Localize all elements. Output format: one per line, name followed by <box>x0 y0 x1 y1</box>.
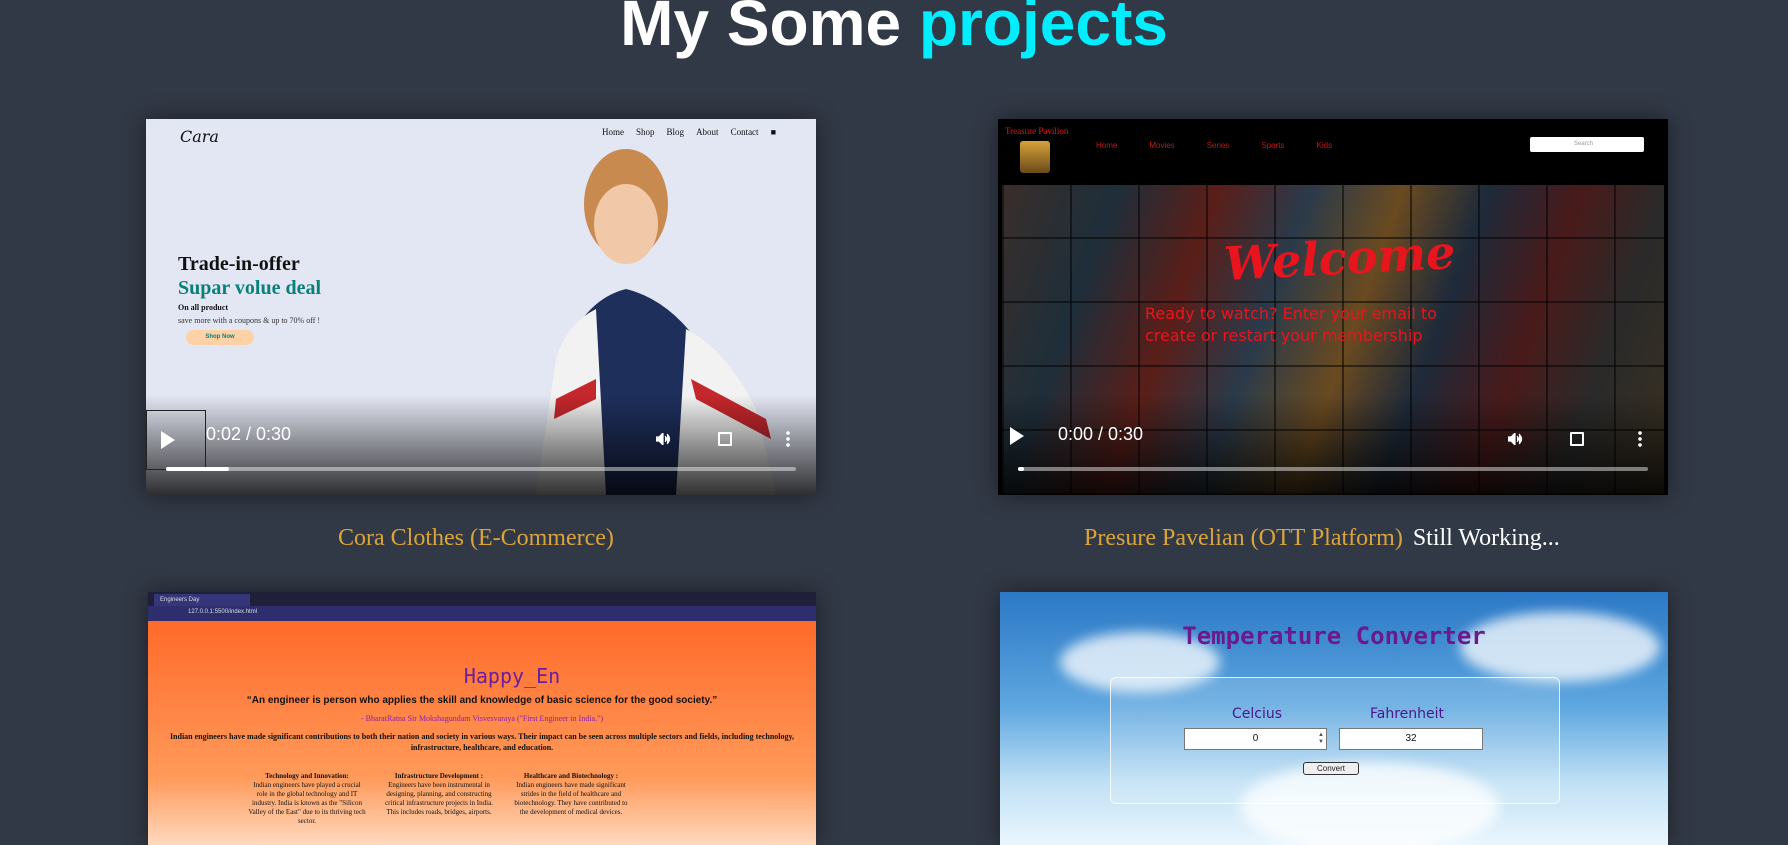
status-note: Still Working... <box>1412 525 1560 551</box>
video-controls <box>146 395 816 495</box>
project-video-cora[interactable]: Cara Home Shop Blog About Contact ■ Trad… <box>146 119 816 495</box>
celcius-value: 0 <box>1252 733 1259 744</box>
project-caption: Presure Pavelian (OTT Platform) Still Wor… <box>1084 525 1560 552</box>
title-accent: projects <box>918 0 1168 59</box>
topic-text: Indian engineers have played a crucial r… <box>248 781 366 825</box>
menu-item: Sports <box>1261 141 1285 150</box>
search-input: Search <box>1530 137 1644 152</box>
topic-title: Infrastructure Development : <box>394 772 484 780</box>
video-time: 0:00 / 0:30 <box>1058 424 1144 444</box>
quote-text: “An engineer is person who applies the s… <box>246 695 718 706</box>
menu-item: Kids <box>1316 141 1333 150</box>
video-progress[interactable] <box>166 467 796 471</box>
site-brand: Treasure Pavilion <box>1005 126 1069 136</box>
converter-panel <box>1110 677 1560 804</box>
intro-paragraph: Indian engineers have made significant c… <box>169 732 795 752</box>
page-heading: Happy_En <box>463 664 561 688</box>
browser-tab-bar: Engineers Day <box>148 592 816 606</box>
fullscreen-icon[interactable] <box>718 432 732 446</box>
topic-column: Infrastructure Development : Engineers ha… <box>380 772 498 826</box>
play-icon[interactable] <box>1010 427 1024 445</box>
fahrenheit-input: 32 <box>1339 728 1483 750</box>
hero-line: save more with a coupons & up to 70% off… <box>178 316 321 325</box>
topic-text: Indian engineers have made significant s… <box>514 781 628 816</box>
site-menu: Home Movies Series Sports Kids <box>1096 141 1332 150</box>
topic-title: Technology and Innovation: <box>265 772 349 780</box>
fahrenheit-value: 32 <box>1405 733 1417 744</box>
site-navbar: Cara Home Shop Blog About Contact ■ <box>146 119 816 149</box>
menu-item: Series <box>1206 141 1230 150</box>
title-main: My Some <box>620 0 919 59</box>
fahrenheit-label: Fahrenheit <box>1370 706 1445 722</box>
stepper-icon: ▲ ▼ <box>1318 732 1324 745</box>
convert-button: Convert <box>1303 762 1359 775</box>
fullscreen-icon[interactable] <box>1570 432 1584 446</box>
project-caption: Cora Clothes (E-Commerce) <box>338 525 614 552</box>
url-text: 127.0.0.1:5500/index.html <box>188 609 258 615</box>
topic-column: Technology and Innovation: Indian enginee… <box>248 772 366 826</box>
project-title[interactable]: Cora Clothes (E-Commerce) <box>338 525 614 551</box>
volume-icon[interactable] <box>1508 433 1524 445</box>
hero-heading: Trade-in-offer <box>178 253 300 275</box>
menu-item: Home <box>602 127 625 137</box>
play-button[interactable] <box>146 410 206 470</box>
menu-item: Blog <box>666 127 685 137</box>
project-title[interactable]: Presure Pavelian (OTT Platform) <box>1084 525 1403 551</box>
site-logo <box>1020 141 1050 173</box>
site-menu: Home Shop Blog About Contact ■ <box>602 127 776 137</box>
tagline-text: Ready to watch? Enter your email to crea… <box>1145 304 1437 345</box>
video-time: 0:02 / 0:30 <box>206 424 292 444</box>
more-options-icon[interactable] <box>1638 430 1642 448</box>
quote-attribution: - BharatRatna Sir Mokshagundam Visvesvar… <box>360 714 604 723</box>
project-preview-engineers-day[interactable]: Engineers Day 127.0.0.1:5500/index.html … <box>148 592 816 845</box>
video-progress[interactable] <box>1018 467 1648 471</box>
menu-item: About <box>696 127 719 137</box>
hero-line: On all product <box>178 303 229 312</box>
menu-item: Shop <box>636 127 655 137</box>
topic-title: Healthcare and Biotechnology : <box>523 772 619 780</box>
project-video-ott[interactable]: Treasure Pavilion Home Movies Series Spo… <box>998 119 1668 495</box>
progress-fill <box>1018 467 1025 471</box>
converter-title: Temperature Converter <box>1182 622 1486 650</box>
topic-columns: Technology and Innovation: Indian enginee… <box>248 772 630 826</box>
hero-subheading: Supar volue deal <box>178 277 321 299</box>
volume-icon[interactable] <box>656 433 672 445</box>
celcius-label: Celcius <box>1232 706 1283 722</box>
topic-text: Engineers have been instrumental in desi… <box>385 781 493 816</box>
progress-fill <box>166 467 229 471</box>
menu-item: Home <box>1096 141 1118 150</box>
play-icon <box>161 431 175 449</box>
site-logo: Cara <box>180 127 219 146</box>
more-options-icon[interactable] <box>786 430 790 448</box>
address-bar: 127.0.0.1:5500/index.html <box>148 606 816 621</box>
project-preview-temperature[interactable]: Temperature Converter Celcius Fahrenheit… <box>1000 592 1668 845</box>
page-title: My Some projects <box>0 0 1788 63</box>
cart-icon: ■ <box>770 127 776 137</box>
browser-tab: Engineers Day <box>154 594 250 606</box>
menu-item: Movies <box>1149 141 1175 150</box>
video-controls <box>998 395 1668 495</box>
menu-item: Contact <box>730 127 759 137</box>
shop-now-button: Shop Now <box>186 330 254 345</box>
celcius-input: 0 ▲ ▼ <box>1184 728 1327 750</box>
topic-column: Healthcare and Biotechnology : Indian eng… <box>512 772 630 826</box>
